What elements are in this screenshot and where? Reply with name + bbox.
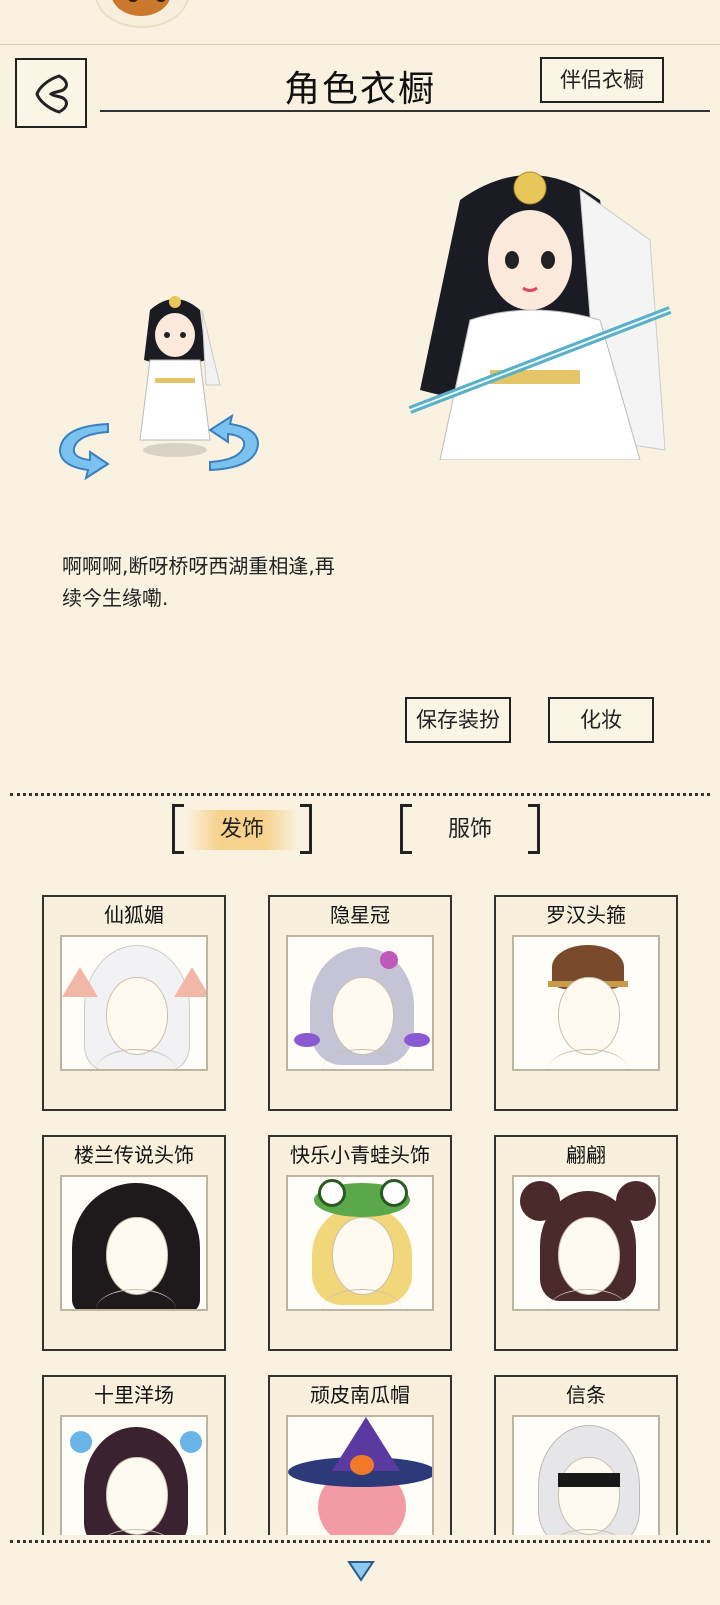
tab-label: 服饰 [447,817,492,842]
character-stage [0,140,720,500]
back-button[interactable] [15,58,87,128]
item-card[interactable]: 罗汉头箍 [494,895,678,1111]
tab-bracket-left [172,804,184,854]
item-name: 顽皮南瓜帽 [310,1383,410,1407]
item-preview [512,1415,660,1535]
item-preview [286,935,434,1071]
makeup-button[interactable]: 化妆 [548,697,654,743]
section-divider [10,793,710,796]
item-preview [60,1415,208,1535]
rotate-left-arrow-icon[interactable] [52,418,122,482]
item-grid: 仙狐媚 隐星冠 罗汉头箍 楼兰传说头饰 快乐小青蛙头饰 翩翩 十里洋场 顽皮南瓜… [0,895,720,1535]
back-arrow-icon [35,74,68,114]
avatar-face-icon [111,0,171,16]
item-card[interactable]: 仙狐媚 [42,895,226,1111]
character-portrait [408,171,672,460]
companion-wardrobe-button[interactable]: 伴侣衣橱 [540,57,664,103]
item-name: 信条 [566,1383,606,1407]
header-underline [100,110,710,112]
scroll-down-icon[interactable] [347,1560,375,1582]
tab-hair-accessories[interactable]: 发饰 [172,804,312,856]
save-outfit-button[interactable]: 保存装扮 [405,697,511,743]
item-name: 十里洋场 [94,1383,174,1407]
item-preview [286,1415,434,1535]
item-card[interactable]: 顽皮南瓜帽 [268,1375,452,1535]
page-title: 角色衣橱 [283,69,436,110]
item-preview [286,1175,434,1311]
bottom-divider [10,1540,710,1543]
rotate-right-arrow-icon[interactable] [196,412,266,476]
item-card[interactable]: 楼兰传说头饰 [42,1135,226,1351]
item-name: 罗汉头箍 [546,903,626,927]
item-preview [512,1175,660,1311]
item-name: 仙狐媚 [104,903,164,927]
item-card[interactable]: 快乐小青蛙头饰 [268,1135,452,1351]
character-quote: 啊啊啊,断呀桥呀西湖重相逢,再续今生缘嘞. [62,554,335,610]
item-name: 翩翩 [566,1143,606,1167]
top-divider [0,44,720,45]
item-card[interactable]: 翩翩 [494,1135,678,1351]
tab-bracket-left [400,804,412,854]
item-name: 快乐小青蛙头饰 [290,1143,430,1167]
item-name: 隐星冠 [330,903,390,927]
item-preview [512,935,660,1071]
profile-avatar[interactable] [95,0,189,28]
tab-label: 发饰 [219,817,264,842]
tab-bracket-right [300,804,312,854]
item-preview [60,935,208,1071]
item-card[interactable]: 信条 [494,1375,678,1535]
item-card[interactable]: 隐星冠 [268,895,452,1111]
item-preview [60,1175,208,1311]
header: 角色衣橱 伴侣衣橱 [0,50,720,130]
tab-bracket-right [528,804,540,854]
tab-clothing[interactable]: 服饰 [400,804,540,856]
item-card[interactable]: 十里洋场 [42,1375,226,1535]
item-name: 楼兰传说头饰 [74,1143,194,1167]
